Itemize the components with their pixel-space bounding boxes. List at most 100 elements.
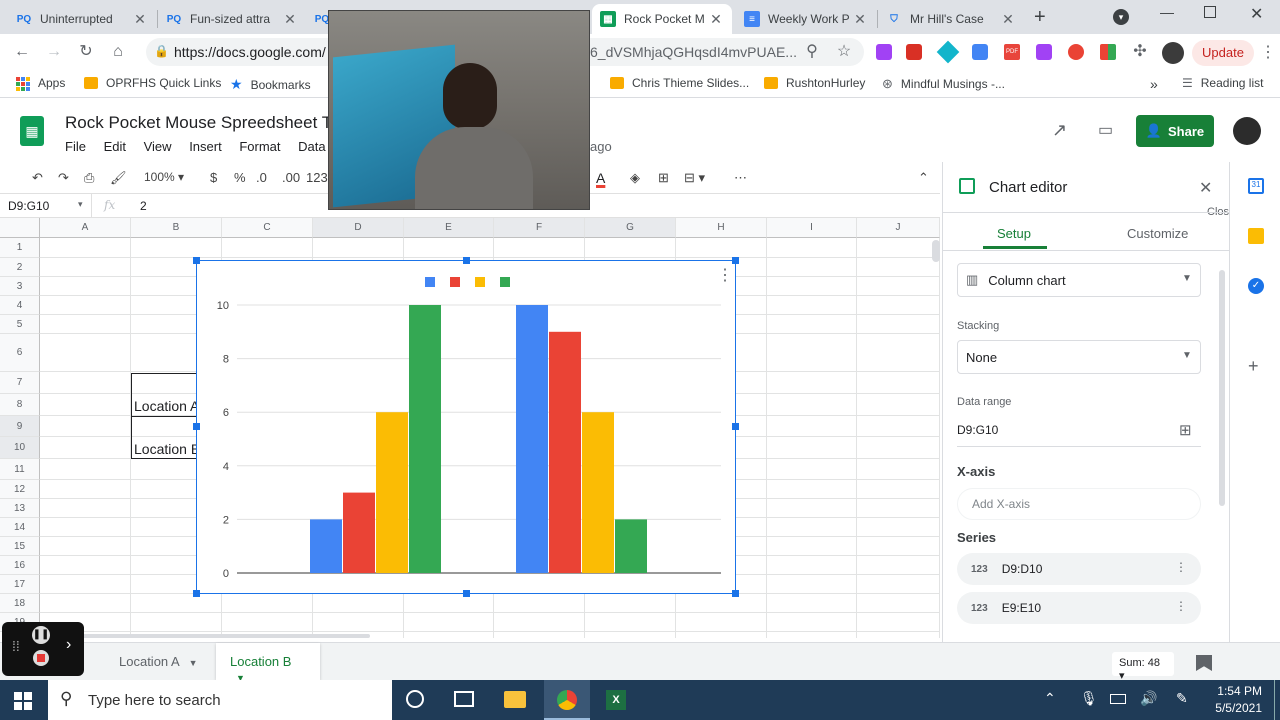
browser-tab-case[interactable]: ⛉ Mr Hill's Case ✕ (878, 4, 1024, 34)
resize-handle[interactable] (463, 590, 470, 597)
column-chart[interactable]: 0 2 4 6 8 10 ⋮ (193, 257, 739, 597)
chart-menu-icon[interactable]: ⋮ (717, 265, 733, 285)
more-bookmarks-button[interactable]: » (1150, 76, 1158, 92)
close-icon[interactable]: ✕ (1000, 11, 1016, 28)
taskbar-search[interactable]: ⚲ Type here to search (48, 680, 392, 720)
explore-icon[interactable] (1196, 655, 1212, 671)
print-icon[interactable]: ⎙ (84, 170, 94, 186)
undo-icon[interactable]: ↶ (32, 170, 43, 186)
resize-handle[interactable] (732, 590, 739, 597)
paint-format-icon[interactable]: 🖌 (110, 170, 127, 186)
redo-icon[interactable]: ↷ (58, 170, 69, 186)
row-header-4[interactable]: 4 (0, 296, 40, 315)
row-header-11[interactable]: 11 (0, 459, 40, 480)
show-desktop[interactable] (1274, 680, 1275, 720)
menu-format[interactable]: Format (239, 139, 280, 154)
extension-icon[interactable] (936, 40, 960, 64)
row-header-18[interactable]: 18 (0, 594, 40, 613)
pen-icon[interactable]: ✎ (1176, 690, 1188, 707)
chrome-taskbar-button[interactable] (544, 680, 590, 720)
column-header-a[interactable]: A (40, 218, 131, 238)
close-icon[interactable]: ✕ (708, 11, 724, 28)
zoom-select[interactable]: 100% ▾ (144, 170, 184, 184)
more-icon[interactable]: ⋮ (1175, 560, 1187, 574)
more-icon[interactable]: ⋮ (1175, 599, 1187, 613)
windows-start-icon[interactable] (14, 692, 32, 710)
row-header-12[interactable]: 12 (0, 480, 40, 499)
row-header-15[interactable]: 15 (0, 537, 40, 556)
bookmark-folder[interactable]: OPRFHS Quick Links (84, 76, 221, 90)
menu-insert[interactable]: Insert (189, 139, 222, 154)
update-button[interactable]: Update (1192, 40, 1254, 66)
battery-icon[interactable] (1110, 694, 1126, 704)
pause-icon[interactable]: ❚❚ (32, 626, 50, 644)
drag-handle-icon[interactable]: ⁞⁞ (12, 638, 20, 654)
last-edit-text[interactable]: ago (590, 139, 612, 154)
row-header-6[interactable]: 6 (0, 334, 40, 372)
bookmark-apps[interactable]: Apps (16, 76, 65, 91)
window-close-icon[interactable]: ✕ (1250, 4, 1263, 24)
extension-icon[interactable] (876, 44, 892, 60)
close-icon[interactable]: ✕ (852, 11, 868, 28)
resize-handle[interactable] (732, 423, 739, 430)
extension-icon[interactable] (906, 44, 922, 60)
row-header-16[interactable]: 16 (0, 556, 40, 575)
sheet-tab-location-a[interactable]: Location A ▼ (110, 643, 210, 680)
add-xaxis-field[interactable]: Add X-axis (957, 488, 1201, 520)
browser-tab-1[interactable]: PQ Uninterrupted ✕ (8, 4, 156, 34)
row-header-13[interactable]: 13 (0, 499, 40, 518)
row-header-7[interactable]: 7 (0, 372, 40, 394)
row-header-14[interactable]: 14 (0, 518, 40, 537)
more-tools-icon[interactable]: ⋯ (734, 170, 747, 186)
zoom-search-icon[interactable]: ⚲ (802, 42, 822, 62)
column-header-g[interactable]: G (585, 218, 676, 238)
document-title[interactable]: Rock Pocket Mouse Spreedsheet Ter (65, 113, 345, 133)
resize-handle[interactable] (193, 423, 200, 430)
close-icon[interactable]: ✕ (132, 11, 148, 28)
column-header-e[interactable]: E (404, 218, 494, 238)
menu-view[interactable]: View (144, 139, 172, 154)
percent-format-button[interactable]: % (234, 170, 246, 185)
row-header-5[interactable]: 5 (0, 315, 40, 334)
tasks-icon[interactable]: ✓ (1248, 278, 1264, 294)
restore-icon[interactable] (1204, 6, 1216, 18)
resize-handle[interactable] (193, 257, 200, 264)
bookmark-link[interactable]: ⊛ Mindful Musings -... (882, 76, 1005, 92)
row-header-1[interactable]: 1 (0, 238, 40, 258)
cortana-icon[interactable] (406, 690, 424, 708)
currency-format-button[interactable]: $ (210, 170, 217, 185)
bookmark-folder[interactable]: Chris Thieme Slides... (610, 76, 749, 90)
column-header-j[interactable]: J (857, 218, 940, 238)
column-header-d[interactable]: D (313, 218, 404, 238)
data-range-input[interactable]: D9:G10 (957, 423, 998, 437)
task-view-icon[interactable] (454, 691, 474, 707)
increase-decimal-button[interactable]: .00 (282, 170, 300, 185)
excel-icon[interactable]: X (606, 690, 626, 710)
panel-scrollbar[interactable] (1219, 270, 1225, 506)
tab-customize[interactable]: Customize (1127, 226, 1188, 241)
trend-icon[interactable]: ↗ (1052, 120, 1067, 141)
more-icon[interactable]: ⋮ (1260, 42, 1276, 62)
collapse-menu-icon[interactable]: ⌃ (918, 170, 929, 186)
minimize-icon[interactable]: — (1160, 4, 1174, 20)
resize-handle[interactable] (732, 257, 739, 264)
close-icon[interactable]: ✕ (1199, 178, 1212, 198)
bookmark-folder[interactable]: ★ Bookmarks (230, 76, 311, 93)
column-header-i[interactable]: I (767, 218, 857, 238)
select-all-corner[interactable] (0, 218, 40, 238)
microphone-icon[interactable]: 🎙 (1080, 690, 1098, 707)
series-item[interactable]: 123 D9:D10 ⋮ (957, 553, 1201, 585)
horizontal-scrollbar[interactable] (40, 634, 370, 638)
extension-icon[interactable] (1068, 44, 1084, 60)
extension-icon[interactable] (972, 44, 988, 60)
new-tab-button[interactable]: + (1034, 6, 1046, 29)
stop-icon[interactable] (33, 650, 49, 666)
bookmark-star-icon[interactable]: ☆ (834, 42, 854, 62)
column-header-f[interactable]: F (494, 218, 585, 238)
merge-cells-icon[interactable]: ⊟ ▾ (684, 170, 705, 186)
browser-tab-docs[interactable]: ≡ Weekly Work P ✕ (736, 4, 876, 34)
forward-icon[interactable]: → (44, 42, 64, 62)
bookmark-folder[interactable]: RushtonHurley (764, 76, 865, 90)
cell-b8[interactable]: Location A (134, 398, 196, 414)
formula-input[interactable]: 2 (140, 199, 147, 213)
